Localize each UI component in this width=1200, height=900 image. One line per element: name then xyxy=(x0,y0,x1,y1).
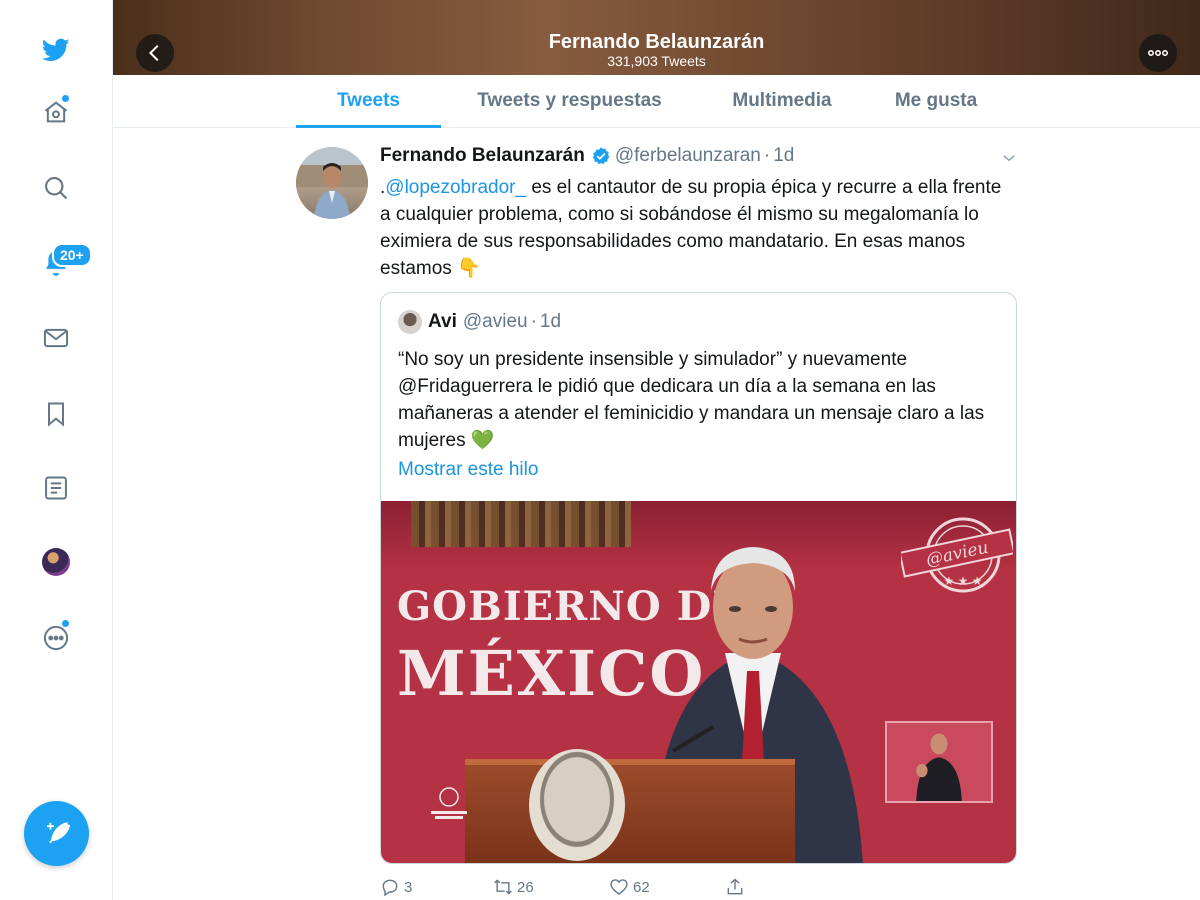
mention-link[interactable]: @lopezobrador_ xyxy=(385,177,526,198)
tweet-count: 331,903 Tweets xyxy=(607,53,706,69)
more-options-button[interactable] xyxy=(1139,34,1177,72)
reply-count: 3 xyxy=(404,878,413,896)
svg-text:★ ★ ★: ★ ★ ★ xyxy=(944,574,983,588)
share-icon xyxy=(727,878,743,895)
retweet-icon xyxy=(494,879,512,895)
sidebar: 20+ xyxy=(0,0,113,900)
home-notification-dot xyxy=(61,94,70,103)
tweet-text: .@lopezobrador_ es el cantautor de su pr… xyxy=(380,174,1016,282)
media-small-logo xyxy=(431,787,467,819)
like-button[interactable]: 62 xyxy=(609,877,650,897)
compose-button[interactable] xyxy=(24,801,89,866)
tweet-header: Fernando Belaunzarán @ferbelaunzaran · 1… xyxy=(380,145,794,167)
quoted-tweet-time: 1d xyxy=(539,311,562,332)
tweet[interactable]: Fernando Belaunzarán @ferbelaunzaran · 1… xyxy=(296,129,1018,900)
more-horizontal-icon xyxy=(1147,50,1168,57)
retweet-button[interactable]: 26 xyxy=(493,877,534,897)
mail-icon[interactable] xyxy=(38,320,74,356)
tab-multimedia[interactable]: Multimedia xyxy=(701,75,863,127)
profile-tabs: Tweets Tweets y respuestas Multimedia Me… xyxy=(113,75,1200,128)
tweet-separator: · xyxy=(763,145,771,166)
profile-avatar-icon[interactable] xyxy=(42,548,70,576)
tweet-author-name[interactable]: Fernando Belaunzarán xyxy=(380,145,585,167)
media-interpreter-inset xyxy=(885,721,993,803)
retweet-count: 26 xyxy=(517,878,534,896)
more-notification-dot xyxy=(61,619,70,628)
tab-tweets-y-respuestas[interactable]: Tweets y respuestas xyxy=(453,75,686,127)
media-frieze xyxy=(411,501,631,547)
quoted-separator: · xyxy=(530,311,537,332)
twitter-logo-icon[interactable] xyxy=(38,32,74,68)
bookmark-icon[interactable] xyxy=(38,396,74,432)
tweet-time[interactable]: 1d xyxy=(773,145,794,167)
notifications-badge: 20+ xyxy=(52,243,92,267)
chevron-down-icon[interactable] xyxy=(1000,149,1018,172)
like-count: 62 xyxy=(633,878,650,896)
tab-tweets[interactable]: Tweets xyxy=(296,75,441,128)
profile-name: Fernando Belaunzarán xyxy=(548,31,765,53)
verified-icon xyxy=(591,146,611,166)
quoted-author-handle: @avieu xyxy=(462,311,528,332)
quoted-author-avatar xyxy=(398,310,422,334)
list-icon[interactable] xyxy=(38,470,74,506)
compose-icon xyxy=(46,821,70,843)
quoted-tweet-header: Avi @avieu · 1d xyxy=(398,310,561,334)
show-thread-link[interactable]: Mostrar este hilo xyxy=(398,459,538,481)
reply-button[interactable]: 3 xyxy=(380,877,412,897)
tweet-author-avatar[interactable] xyxy=(296,147,368,219)
quoted-tweet-text: “No soy un presidente insensible y simul… xyxy=(398,349,985,451)
media-seal xyxy=(529,749,625,861)
search-icon[interactable] xyxy=(38,170,74,206)
watermark-stamp: @avieu ★ ★ ★ xyxy=(901,517,1013,593)
heart-icon xyxy=(610,879,628,895)
quoted-media-image[interactable]: GOBIERNO DE MÉXICO @avieu ★ ★ ★ xyxy=(381,501,1016,863)
reply-icon xyxy=(382,879,398,897)
quoted-author-name: Avi xyxy=(428,311,457,332)
tweet-author-handle[interactable]: @ferbelaunzaran xyxy=(615,145,761,167)
media-podium xyxy=(465,759,795,863)
profile-header: Fernando Belaunzarán 331,903 Tweets xyxy=(113,0,1200,75)
tweet-actions: 3 26 62 xyxy=(380,877,980,899)
share-button[interactable] xyxy=(725,877,749,897)
tab-me-gusta[interactable]: Me gusta xyxy=(871,75,1001,127)
quoted-tweet[interactable]: Avi @avieu · 1d “No soy un presidente in… xyxy=(380,292,1017,864)
